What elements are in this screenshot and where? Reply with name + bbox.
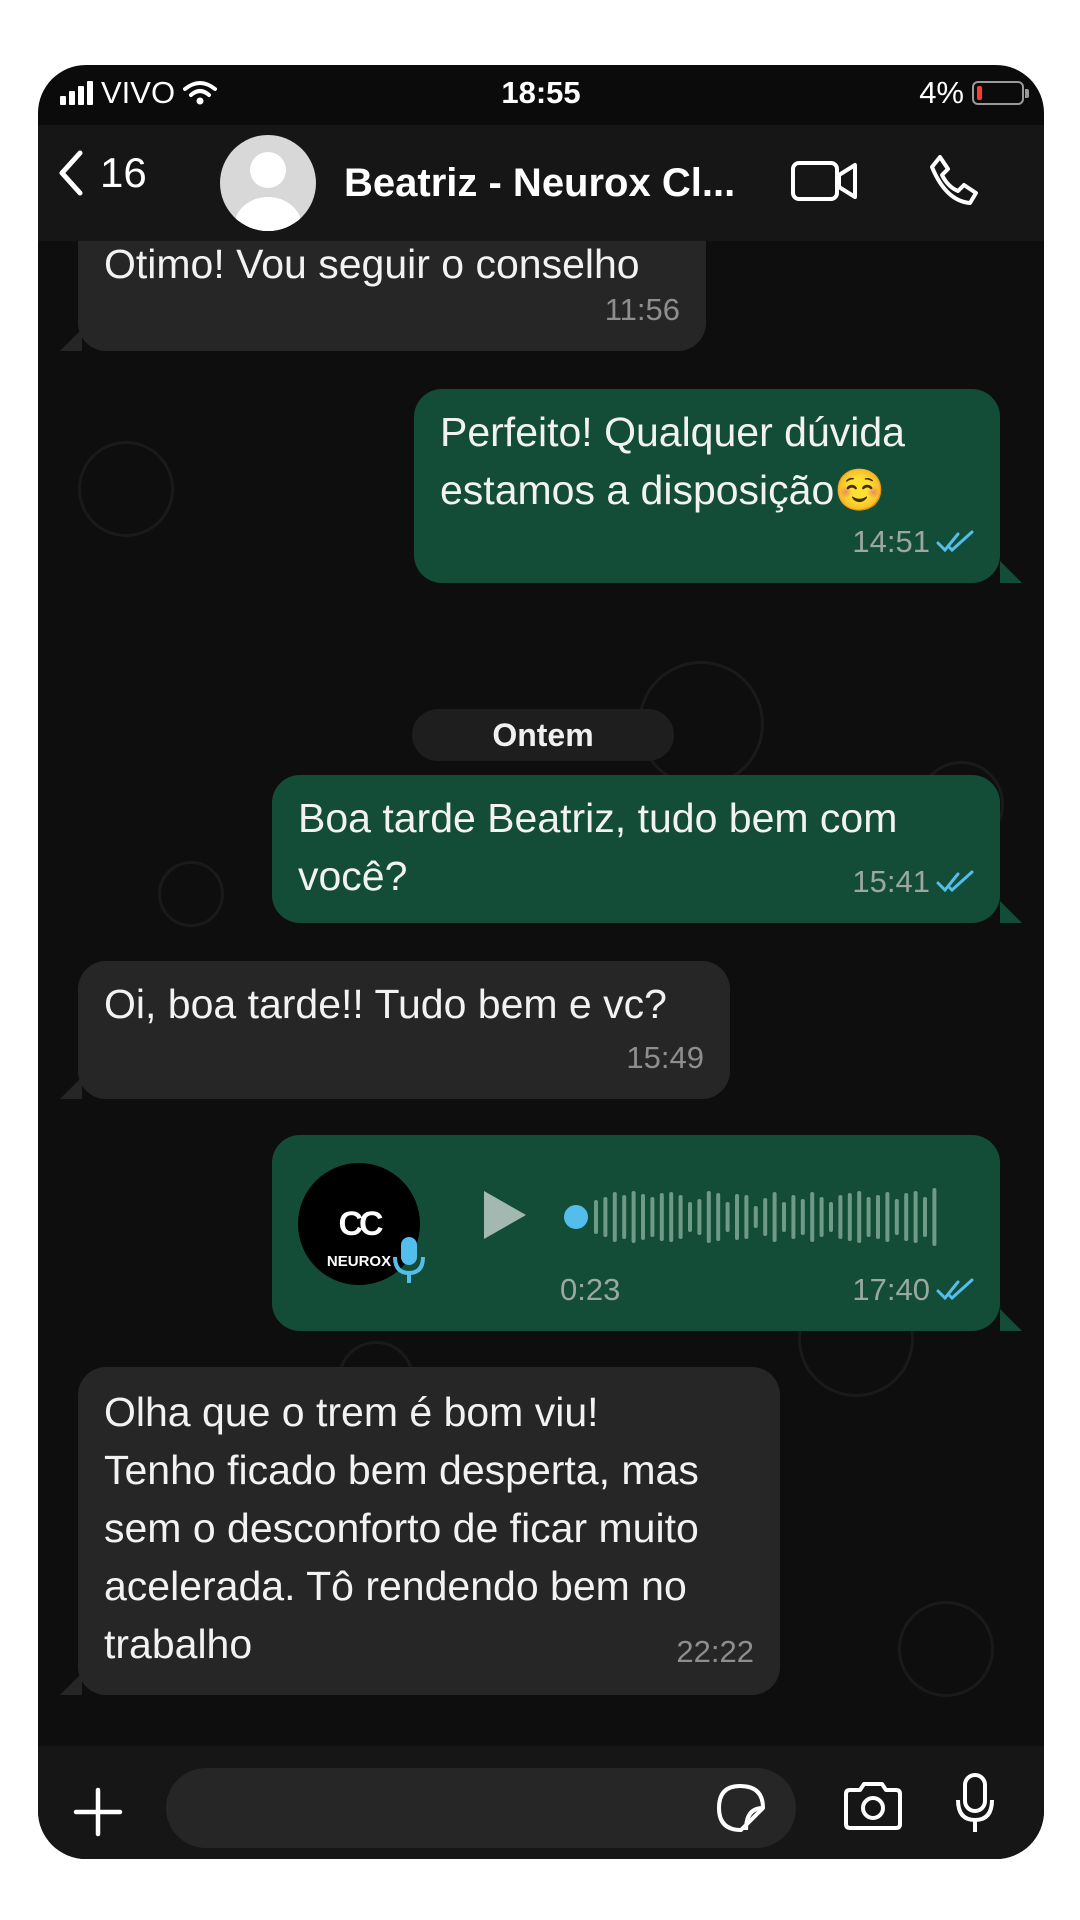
microphone-badge-icon [393, 1237, 425, 1283]
play-icon[interactable] [480, 1187, 530, 1243]
waveform-bar [697, 1199, 702, 1235]
message-text-line: acelerada. Tô rendendo bem no [104, 1563, 687, 1609]
waveform-bar [631, 1191, 636, 1243]
waveform-bar [829, 1202, 833, 1232]
message-outgoing[interactable]: Boa tarde Beatriz, tudo bem com você? 15… [272, 775, 1000, 923]
waveform-bar [753, 1206, 758, 1228]
waveform-bar [678, 1195, 683, 1239]
message-text-line: você? [298, 853, 408, 899]
waveform-bar [904, 1193, 909, 1241]
waveform-bar [716, 1193, 721, 1241]
back-button[interactable]: 16 [56, 149, 147, 197]
message-text-line: Olha que o trem é bom viu! [104, 1389, 599, 1435]
message-text-line: Perfeito! Qualquer dúvida [440, 409, 905, 455]
waveform-bar [772, 1192, 777, 1242]
waveform-bar [603, 1197, 608, 1237]
waveform-bar [866, 1197, 871, 1237]
waveform-bar [622, 1195, 627, 1239]
waveform-bar [876, 1195, 880, 1239]
sticker-icon[interactable] [716, 1783, 766, 1833]
message-text-line: sem o desconforto de ficar muito [104, 1505, 699, 1551]
waveform-bar [847, 1193, 852, 1241]
waveform-bar [838, 1195, 843, 1239]
waveform-bar [650, 1197, 655, 1237]
message-time: 22:22 [676, 1634, 754, 1669]
double-check-icon [936, 1278, 974, 1301]
waveform-bar [594, 1200, 598, 1234]
message-text-line: trabalho [104, 1621, 253, 1667]
waveform-bar [791, 1195, 796, 1239]
message-time: 11:56 [604, 292, 680, 327]
waveform-bar [612, 1192, 617, 1242]
chevron-left-icon [59, 150, 83, 196]
waveform-bar [744, 1195, 749, 1239]
message-time: 14:51 [852, 513, 976, 571]
waveform-bar [659, 1193, 664, 1241]
camera-icon[interactable] [842, 1780, 904, 1832]
date-separator: Ontem [412, 709, 674, 761]
message-text-line: estamos a disposição☺️ [440, 467, 886, 513]
status-bar: VIVO 18:55 4% [38, 65, 1044, 125]
contact-name[interactable]: Beatriz - Neurox Cl... [344, 161, 735, 206]
waveform-bar [810, 1192, 815, 1242]
message-time: 15:49 [626, 1040, 704, 1075]
double-check-icon [936, 870, 974, 893]
waveform-bar [885, 1192, 890, 1242]
waveform-bar [800, 1199, 805, 1235]
chat-header: 16 Beatriz - Neurox Cl... [38, 125, 1044, 241]
message-input[interactable] [166, 1768, 796, 1848]
waveform-bar [894, 1199, 899, 1235]
plus-icon[interactable] [72, 1786, 124, 1838]
voice-message[interactable]: CC NEUROX 0:23 17:40 [272, 1135, 1000, 1331]
message-text-line: Boa tarde Beatriz, tudo bem com [298, 795, 898, 841]
waveform-bar [857, 1191, 862, 1243]
message-time: 15:41 [852, 853, 976, 911]
waveform-bar [735, 1194, 739, 1240]
waveform-bar [688, 1202, 692, 1232]
unread-count: 16 [100, 149, 147, 196]
waveform-bar [725, 1202, 730, 1232]
message-outgoing[interactable]: Perfeito! Qualquer dúvida estamos a disp… [414, 389, 1000, 583]
video-call-icon[interactable] [790, 157, 860, 205]
message-incoming[interactable]: Olha que o trem é bom viu! Tenho ficado … [78, 1367, 780, 1695]
waveform-bar [932, 1188, 937, 1246]
battery-percent: 4% [919, 75, 964, 110]
status-time: 18:55 [501, 75, 581, 110]
waveform-bar [706, 1191, 711, 1243]
input-bar [38, 1746, 1044, 1859]
waveform-bar [913, 1191, 918, 1243]
battery-info: 4% [919, 75, 1029, 111]
double-check-icon [936, 530, 974, 553]
phone-icon[interactable] [926, 153, 980, 207]
message-incoming[interactable]: Otimo! Vou seguir o conselho 11:56 [78, 241, 706, 351]
audio-waveform[interactable] [564, 1181, 944, 1253]
playhead[interactable] [564, 1205, 588, 1229]
battery-icon [972, 81, 1029, 105]
waveform-bar [923, 1197, 927, 1237]
audio-duration: 0:23 [560, 1272, 621, 1307]
microphone-icon[interactable] [954, 1772, 996, 1836]
chat-area[interactable]: Otimo! Vou seguir o conselho 11:56 Perfe… [38, 241, 1044, 1746]
waveform-bar [819, 1197, 824, 1237]
message-text: Otimo! Vou seguir o conselho [104, 241, 640, 287]
message-incoming[interactable]: Oi, boa tarde!! Tudo bem e vc? 15:49 [78, 961, 730, 1099]
message-time: 17:40 [852, 1261, 976, 1319]
waveform-bar [763, 1198, 768, 1236]
phone-screen: VIVO 18:55 4% 16 Beatriz - Neurox Cl... [38, 65, 1044, 1859]
message-text-line: Tenho ficado bem desperta, mas [104, 1447, 699, 1493]
waveform-bar [669, 1192, 674, 1242]
waveform-bar [641, 1194, 645, 1240]
message-text: Oi, boa tarde!! Tudo bem e vc? [104, 981, 667, 1027]
contact-avatar[interactable] [220, 135, 316, 231]
waveform-bar [782, 1202, 786, 1232]
